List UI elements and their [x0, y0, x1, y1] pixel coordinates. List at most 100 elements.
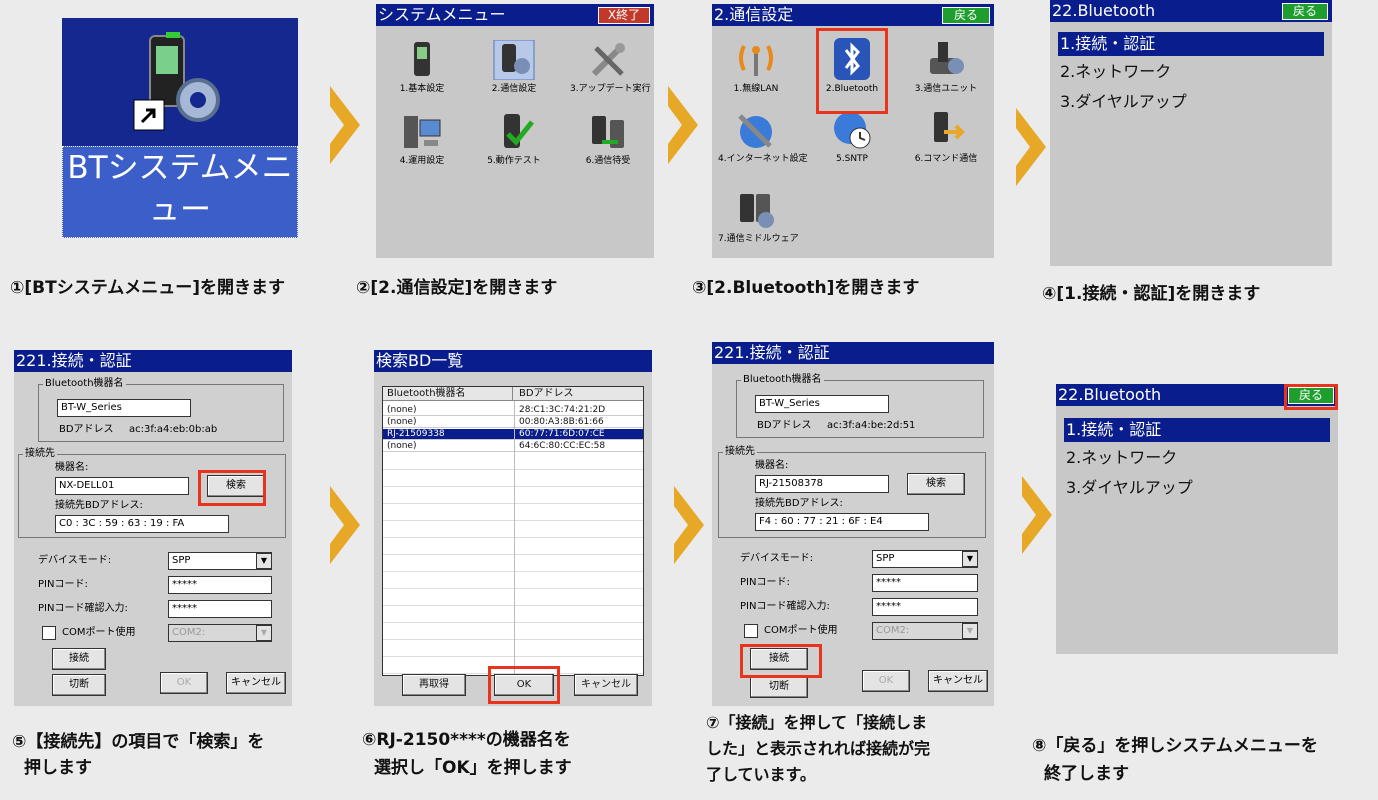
menu-item-comm-unit[interactable]: 3.通信ユニット [908, 38, 984, 95]
bt-device-group-label: Bluetooth機器名 [43, 378, 126, 390]
ok-button[interactable]: OK [494, 674, 554, 696]
reload-button[interactable]: 再取得 [402, 674, 466, 696]
search-button[interactable]: 検索 [907, 473, 965, 495]
destination-group: 接続先 機器名: RJ-21508378 検索 接続先BDアドレス: F4 : … [718, 446, 986, 538]
chevron-down-icon[interactable]: ▼ [256, 625, 272, 641]
device-name-label: 機器名: [55, 462, 89, 473]
device-icon [414, 42, 430, 76]
back-button[interactable]: 戻る [1282, 3, 1328, 20]
menu-item-connect-auth[interactable]: 1.接続・認証 [1058, 32, 1324, 56]
cancel-button[interactable]: キャンセル [574, 674, 638, 696]
menu-item-label: 6.通信待受 [585, 156, 631, 166]
menu-item-basic-settings[interactable]: 1.基本設定 [384, 40, 460, 95]
bt-name-field[interactable]: BT-W_Series [755, 395, 889, 413]
com-port-checkbox[interactable] [42, 626, 56, 640]
pin-confirm-field[interactable]: ***** [168, 600, 272, 618]
menu-item-label: 7.通信ミドルウェア [718, 234, 799, 244]
step3-caption: ③[2.Bluetooth]を開きます [692, 278, 920, 298]
row-bd-address: 64:6C:80:CC:EC:58 [519, 441, 606, 451]
bt-device-group: Bluetooth機器名 BT-W_Series BDアドレス ac:3f:a4… [736, 374, 984, 438]
connect-button[interactable]: 接続 [750, 648, 808, 670]
step-arrow-1 [330, 86, 360, 164]
step4-caption: ④[1.接続・認証]を開きます [1042, 284, 1261, 304]
menu-item-command-comm[interactable]: 6.コマンド通信 [908, 110, 984, 165]
menu-item-operation-settings[interactable]: 4.運用設定 [384, 112, 460, 167]
column-divider [514, 401, 515, 675]
connect-auth-form: Bluetooth機器名 BT-W_Series BDアドレス ac:3f:a4… [712, 364, 994, 706]
device-arrows-icon [934, 112, 965, 142]
ok-button[interactable]: OK [862, 670, 910, 692]
table-row-selected[interactable]: RJ-21509338 60:77:71:6D:07:CE [383, 429, 643, 440]
device-name-field[interactable]: NX-DELL01 [55, 477, 189, 495]
col-device-name: Bluetooth機器名 [383, 387, 513, 401]
menu-item-network[interactable]: 2.ネットワーク [1058, 60, 1324, 84]
com-port-label: COMポート使用 [764, 625, 838, 636]
antenna-icon [739, 45, 773, 76]
menu-item-operation-test[interactable]: 5.動作テスト [476, 112, 552, 167]
desktop-label-line1: BTシステムメニ [67, 150, 293, 186]
step-arrow-2 [668, 86, 698, 164]
cancel-button[interactable]: キャンセル [226, 672, 286, 694]
disconnect-button[interactable]: 切断 [52, 674, 106, 696]
step8-screenshot: 22.Bluetooth 戻る 1.接続・認証 2.ネットワーク 3.ダイヤルア… [1056, 384, 1338, 654]
destination-group: 接続先 機器名: NX-DELL01 検索 接続先BDアドレス: C0 : 3C… [18, 448, 286, 538]
bt-device-group: Bluetooth機器名 BT-W_Series BDアドレス ac:3f:a4… [38, 378, 284, 442]
back-button[interactable]: 戻る [942, 7, 990, 24]
device-name-label: 機器名: [755, 460, 789, 471]
menu-item-label: 4.運用設定 [399, 156, 445, 166]
cancel-button[interactable]: キャンセル [928, 670, 988, 692]
step7-caption-line3: 了しています。 [706, 765, 816, 784]
pin-confirm-field[interactable]: ***** [872, 598, 978, 616]
menu-item-sntp[interactable]: 5.SNTP [814, 110, 890, 165]
menu-item-internet[interactable]: 4.インターネット設定 [718, 110, 808, 165]
destination-group-label: 接続先 [23, 448, 57, 460]
col-bd-address: BDアドレス [519, 388, 574, 399]
menu-item-comm-standby[interactable]: 6.通信待受 [570, 112, 646, 167]
disconnect-button[interactable]: 切断 [750, 676, 808, 698]
chevron-down-icon[interactable]: ▼ [962, 623, 978, 639]
back-button[interactable]: 戻る [1288, 387, 1334, 404]
menu-item-comm-settings[interactable]: 2.通信設定 [476, 40, 552, 95]
table-row[interactable]: (none) 00:80:A3:8B:61:66 [383, 417, 643, 428]
step7-screenshot: 221.接続・認証 Bluetooth機器名 BT-W_Series BDアドレ… [712, 342, 994, 706]
com-port-checkbox[interactable] [744, 624, 758, 638]
connect-button[interactable]: 接続 [52, 648, 106, 670]
bluetooth-icon [834, 38, 870, 80]
menu-item-dialup[interactable]: 3.ダイヤルアップ [1064, 476, 1330, 500]
step2-screenshot: システムメニュー X終了 1.基本設定 2.通信設定 3.アップデート実行 4.… [376, 4, 654, 258]
menu-item-middleware[interactable]: 7.通信ミドルウェア [718, 190, 799, 245]
pin-code-field[interactable]: ***** [168, 576, 272, 594]
device-name-field[interactable]: RJ-21508378 [755, 475, 889, 493]
menu-item-connect-auth[interactable]: 1.接続・認証 [1064, 418, 1330, 442]
step4-screenshot: 22.Bluetooth 戻る 1.接続・認証 2.ネットワーク 3.ダイヤルア… [1050, 0, 1332, 266]
chevron-down-icon[interactable]: ▼ [962, 551, 978, 567]
pin-code-label: PINコード: [740, 577, 790, 588]
search-button[interactable]: 検索 [207, 475, 265, 497]
dest-bd-field[interactable]: F4 : 60 : 77 : 21 : 6F : E4 [755, 513, 929, 531]
menu-item-network[interactable]: 2.ネットワーク [1064, 446, 1330, 470]
close-button[interactable]: X終了 [598, 7, 650, 24]
menu-item-wireless-lan[interactable]: 1.無線LAN [718, 38, 794, 95]
pin-code-field[interactable]: ***** [872, 574, 978, 592]
menu-item-dialup[interactable]: 3.ダイヤルアップ [1058, 90, 1324, 114]
bd-address-value: ac:3f:a4:be:2d:51 [827, 420, 916, 431]
menu-item-bluetooth[interactable]: 2.Bluetooth [814, 38, 890, 95]
bd-address-label: BDアドレス [59, 424, 114, 435]
dest-bd-field[interactable]: C0 : 3C : 59 : 63 : 19 : FA [55, 515, 229, 533]
connect-auth-title: 221.接続・認証 [14, 350, 292, 372]
row-bd-address: 60:77:71:6D:07:CE [519, 429, 605, 439]
row-device-name: (none) [387, 417, 417, 427]
pin-code-label: PINコード: [38, 579, 88, 590]
step-arrow-5 [674, 486, 704, 564]
menu-item-label: 1.無線LAN [733, 84, 779, 94]
menu-item-update[interactable]: 3.アップデート実行 [570, 40, 651, 95]
bt-system-menu-icon[interactable] [132, 30, 232, 140]
desktop-label-line2: ュー [149, 192, 211, 228]
desktop-label[interactable]: BTシステムメニ ュー [62, 146, 298, 238]
ok-button[interactable]: OK [160, 672, 208, 694]
table-row[interactable]: (none) 28:C1:3C:74:21:2D [383, 405, 643, 416]
step8-caption-line2: 終了します [1044, 764, 1129, 784]
table-row[interactable]: (none) 64:6C:80:CC:EC:58 [383, 441, 643, 452]
bt-name-field[interactable]: BT-W_Series [57, 399, 191, 417]
chevron-down-icon[interactable]: ▼ [256, 553, 272, 569]
